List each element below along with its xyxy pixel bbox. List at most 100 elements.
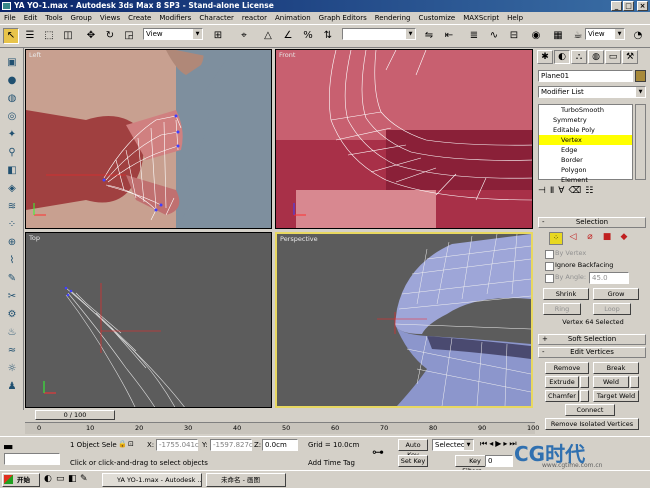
timeline-track[interactable]: 0 10 20 30 40 50 60 70 80 90 100 — [25, 422, 539, 434]
chamfer-settings-button[interactable] — [580, 390, 589, 402]
close-button[interactable]: × — [637, 1, 648, 11]
create-helper-icon[interactable]: ◈ — [4, 182, 20, 196]
remove-isolated-button[interactable]: Remove Isolated Vertices — [545, 418, 639, 430]
rotate-icon[interactable]: ↻ — [102, 28, 118, 44]
menu-rendering[interactable]: Rendering — [371, 12, 415, 24]
next-frame-icon[interactable]: ▸ — [503, 439, 507, 449]
quick-render-icon[interactable]: ☕ — [570, 28, 586, 44]
stack-item-border[interactable]: Border — [539, 155, 632, 165]
loop-button[interactable]: Loop — [593, 303, 631, 315]
create-sphere-icon[interactable]: ● — [4, 74, 20, 88]
render-type-combo[interactable]: View — [585, 28, 625, 40]
utilities-tab-icon[interactable]: ⚒ — [622, 50, 638, 64]
quick-launch-ie-icon[interactable]: ◐ — [44, 474, 52, 484]
quick-launch-desktop-icon[interactable]: ▭ — [56, 474, 65, 484]
render-last-icon[interactable]: ◔ — [630, 28, 646, 44]
configure-sets-icon[interactable]: ☷ — [585, 186, 593, 200]
viewport-label-left[interactable]: Left — [29, 51, 41, 59]
create-cylinder-icon[interactable]: ◍ — [4, 92, 20, 106]
shrink-button[interactable]: Shrink — [543, 288, 589, 300]
quick-launch-explorer-icon[interactable]: ◧ — [68, 474, 77, 484]
quick-launch-paint-icon[interactable]: ✎ — [80, 474, 88, 484]
maxscript-field[interactable] — [4, 453, 60, 465]
prev-frame-icon[interactable]: ◂ — [489, 439, 493, 449]
edge-mode-icon[interactable]: ◁ — [566, 232, 580, 245]
viewport-label-perspective[interactable]: Perspective — [280, 235, 318, 243]
weld-button[interactable]: Weld — [593, 376, 629, 388]
ignore-backfacing-checkbox[interactable]: Ignore Backfacing — [545, 261, 613, 271]
set-key-button[interactable]: Set Key — [398, 455, 428, 467]
border-mode-icon[interactable]: ⌀ — [583, 232, 597, 245]
menu-modifiers[interactable]: Modifiers — [155, 12, 195, 24]
schematic-view-icon[interactable]: ⊟ — [506, 28, 522, 44]
select-object-icon[interactable]: ↖ — [3, 28, 19, 44]
viewport-left[interactable]: Left — [25, 49, 272, 229]
mirror-icon[interactable]: ⇋ — [421, 28, 437, 44]
snap-icon[interactable]: △ — [260, 28, 276, 44]
menu-tools[interactable]: Tools — [41, 12, 66, 24]
create-bone-icon[interactable]: ⚲ — [4, 146, 20, 160]
create-shape-icon[interactable]: ✎ — [4, 272, 20, 286]
motion-tab-icon[interactable]: ◍ — [588, 50, 604, 64]
viewport-top[interactable]: Top — [25, 232, 272, 408]
menu-graph-editors[interactable]: Graph Editors — [315, 12, 371, 24]
by-angle-checkbox[interactable]: By Angle: — [545, 273, 586, 283]
stack-item-vertex[interactable]: Vertex — [539, 135, 632, 145]
vertex-mode-icon[interactable]: ⁘ — [549, 232, 563, 245]
select-by-name-icon[interactable]: ☰ — [22, 28, 38, 44]
y-coordinate[interactable]: -1597.827c — [210, 439, 253, 451]
menu-group[interactable]: Group — [67, 12, 96, 24]
make-unique-icon[interactable]: ∀ — [558, 186, 564, 200]
viewport-front[interactable]: Front — [275, 49, 533, 229]
chamfer-button[interactable]: Chamfer — [545, 390, 579, 402]
create-text-icon[interactable]: ✂ — [4, 290, 20, 304]
set-key-icon[interactable]: ⊶ — [372, 445, 384, 459]
create-wave-icon[interactable]: ≈ — [4, 344, 20, 358]
stack-item-polygon[interactable]: Polygon — [539, 165, 632, 175]
menu-animation[interactable]: Animation — [271, 12, 315, 24]
object-name-field[interactable]: Plane01 — [538, 70, 633, 82]
create-hair-icon[interactable]: ☼ — [4, 362, 20, 376]
break-button[interactable]: Break — [593, 362, 639, 374]
hierarchy-tab-icon[interactable]: ⛬ — [571, 50, 587, 64]
create-loft-icon[interactable]: ⚙ — [4, 308, 20, 322]
create-camera-icon[interactable]: ◧ — [4, 164, 20, 178]
stack-item-element[interactable]: Element — [539, 175, 632, 185]
curve-editor-icon[interactable]: ∿ — [486, 28, 502, 44]
reference-coord-combo[interactable]: View — [143, 28, 203, 40]
stack-item-turbosmooth[interactable]: TurboSmooth — [539, 105, 632, 115]
menu-views[interactable]: Views — [96, 12, 124, 24]
modifier-list-combo[interactable]: Modifier List — [538, 86, 646, 98]
show-end-result-icon[interactable]: Ⅱ — [550, 186, 554, 200]
menu-create[interactable]: Create — [124, 12, 155, 24]
menu-edit[interactable]: Edit — [20, 12, 42, 24]
menu-file[interactable]: File — [0, 12, 20, 24]
goto-start-icon[interactable]: ⏮ — [480, 439, 487, 449]
align-icon[interactable]: ⇤ — [441, 28, 457, 44]
window-crossing-icon[interactable]: ◫ — [60, 28, 76, 44]
absolute-mode-icon[interactable]: ⊡ — [128, 440, 134, 448]
menu-help[interactable]: Help — [503, 12, 527, 24]
task-paint[interactable]: 未命名 - 画图 — [206, 473, 286, 487]
time-slider[interactable]: 0 / 100 — [35, 410, 115, 420]
stack-item-symmetry[interactable]: Symmetry — [539, 115, 632, 125]
create-torus-icon[interactable]: ◎ — [4, 110, 20, 124]
stack-item-edge[interactable]: Edge — [539, 145, 632, 155]
modifier-stack-scrollbar[interactable] — [635, 104, 646, 180]
angle-snap-icon[interactable]: ∠ — [280, 28, 296, 44]
target-weld-button[interactable]: Target Weld — [593, 390, 639, 402]
minimize-button[interactable]: _ — [611, 1, 622, 11]
menu-character[interactable]: Character — [195, 12, 238, 24]
create-particles-icon[interactable]: ⁘ — [4, 218, 20, 232]
remove-modifier-icon[interactable]: ⌫ — [568, 186, 581, 200]
soft-selection-rollout-header[interactable]: + Soft Selection — [538, 334, 646, 345]
modify-tab-icon[interactable]: ◐ — [554, 50, 570, 64]
weld-settings-button[interactable] — [630, 376, 639, 388]
auto-key-button[interactable]: Auto Key — [398, 439, 428, 459]
named-selection-combo[interactable] — [342, 28, 416, 40]
viewport-label-front[interactable]: Front — [279, 51, 295, 59]
create-nurbs-icon[interactable]: ⌇ — [4, 254, 20, 268]
ring-button[interactable]: Ring — [543, 303, 581, 315]
region-select-icon[interactable]: ⬚ — [41, 28, 57, 44]
pin-stack-icon[interactable]: ⊣ — [538, 186, 546, 200]
